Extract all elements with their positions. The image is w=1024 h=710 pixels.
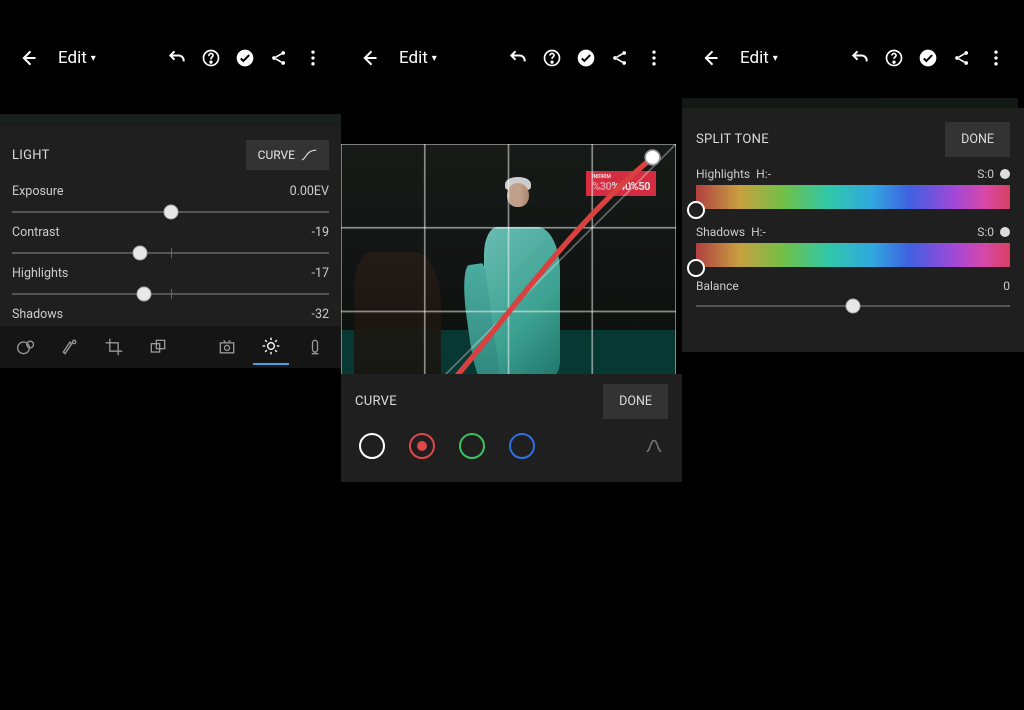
curve-button[interactable]: CURVE xyxy=(246,140,329,170)
more-icon[interactable] xyxy=(297,42,329,74)
toolstrip xyxy=(0,326,341,368)
help-icon[interactable] xyxy=(878,42,910,74)
tool-color-icon[interactable] xyxy=(297,329,333,365)
highlights-hue-slider[interactable] xyxy=(696,185,1010,209)
sat-dot-icon[interactable] xyxy=(1000,227,1010,237)
more-icon[interactable] xyxy=(980,42,1012,74)
edit-menu[interactable]: Edit▾ xyxy=(730,48,788,68)
share-icon[interactable] xyxy=(604,42,636,74)
share-icon[interactable] xyxy=(946,42,978,74)
edit-menu[interactable]: Edit ▾ xyxy=(48,48,106,68)
edit-menu[interactable]: Edit▾ xyxy=(389,48,447,68)
undo-icon[interactable] xyxy=(844,42,876,74)
help-icon[interactable] xyxy=(536,42,568,74)
tool-auto-icon[interactable] xyxy=(209,329,245,365)
parametric-icon[interactable] xyxy=(640,435,668,457)
back-icon[interactable] xyxy=(12,42,44,74)
curve-glyph-icon xyxy=(301,149,317,161)
share-icon[interactable] xyxy=(263,42,295,74)
done-button[interactable]: DONE xyxy=(945,122,1010,157)
toolbar: Edit▾ xyxy=(341,26,682,90)
slider-balance[interactable]: Balance 0 xyxy=(696,279,1010,317)
help-icon[interactable] xyxy=(195,42,227,74)
slider-contrast[interactable]: Contrast-19 xyxy=(12,225,329,264)
slider-thumb[interactable] xyxy=(687,201,705,219)
slider-thumb[interactable] xyxy=(687,259,705,277)
caret-down-icon: ▾ xyxy=(91,53,96,64)
done-button[interactable]: DONE xyxy=(603,384,668,419)
tool-presets-icon[interactable] xyxy=(140,329,176,365)
undo-icon[interactable] xyxy=(502,42,534,74)
channel-selector xyxy=(355,433,668,459)
panel-curve: Edit▾ İNDİRİM%30%40%50 xyxy=(341,0,682,482)
panel-title: CURVE xyxy=(355,394,397,409)
undo-icon[interactable] xyxy=(161,42,193,74)
split-tone-panel: SPLIT TONE DONE Highlights H:- S:0 Shado… xyxy=(682,108,1024,352)
curve-chip-label: CURVE xyxy=(258,148,295,162)
tool-heal-icon[interactable] xyxy=(52,329,88,365)
sat-dot-icon[interactable] xyxy=(1000,169,1010,179)
panel-split-tone: Edit▾ İNDİRİM%30%40%50 SPLIT TONE DONE H… xyxy=(682,0,1024,352)
shadows-hue-slider[interactable] xyxy=(696,243,1010,267)
confirm-icon[interactable] xyxy=(229,42,261,74)
confirm-icon[interactable] xyxy=(912,42,944,74)
slider-highlights[interactable]: Highlights-17 xyxy=(12,266,329,305)
channel-green[interactable] xyxy=(459,433,485,459)
toolbar: Edit ▾ xyxy=(0,26,341,90)
confirm-icon[interactable] xyxy=(570,42,602,74)
light-panel: LIGHT CURVE Exposure0.00EV Contrast-19 H… xyxy=(0,126,341,368)
tool-selective-icon[interactable] xyxy=(8,329,44,365)
back-icon[interactable] xyxy=(353,42,385,74)
highlights-readout: Highlights H:- S:0 xyxy=(696,167,1010,181)
shadows-readout: Shadows H:- S:0 xyxy=(696,225,1010,239)
edit-label: Edit xyxy=(58,48,87,68)
back-icon[interactable] xyxy=(694,42,726,74)
channel-rgb[interactable] xyxy=(359,433,385,459)
panel-title: SPLIT TONE xyxy=(696,132,769,147)
tool-light-icon[interactable] xyxy=(253,329,289,365)
toolbar: Edit▾ xyxy=(682,26,1024,90)
more-icon[interactable] xyxy=(638,42,670,74)
channel-red[interactable] xyxy=(409,433,435,459)
channel-blue[interactable] xyxy=(509,433,535,459)
panel-light: Edit ▾ İNDİRİM %30%40%50 xyxy=(0,0,341,368)
tool-crop-icon[interactable] xyxy=(96,329,132,365)
panel-title: LIGHT xyxy=(12,148,50,163)
slider-exposure[interactable]: Exposure0.00EV xyxy=(12,184,329,223)
curve-panel: CURVE DONE xyxy=(341,374,682,482)
